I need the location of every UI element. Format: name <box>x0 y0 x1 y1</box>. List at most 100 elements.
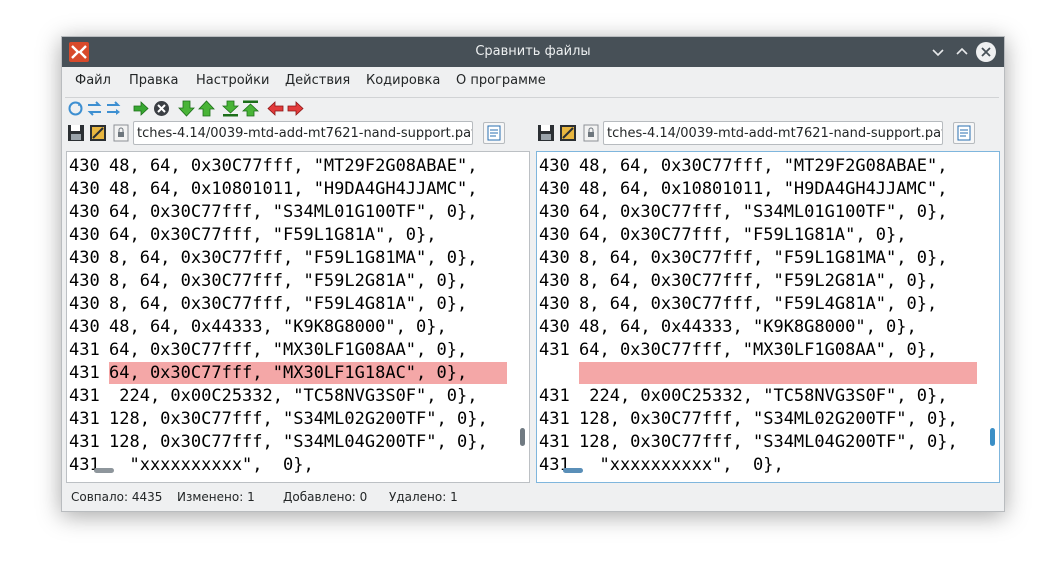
save-icon[interactable] <box>537 124 555 142</box>
line-text: 48, 64, 0x10801011, "H9DA4GH4JJAMC", <box>579 179 948 199</box>
line-text: 48, 64, 0x30C77fff, "MT29F2G08ABAE", <box>579 156 948 176</box>
right-vertical-scroll-thumb[interactable] <box>990 428 995 446</box>
left-code-line[interactable]: 430 48, 64, 0x44333, "K9K8G8000", 0}, <box>67 316 527 339</box>
save-as-icon[interactable] <box>559 124 577 142</box>
status-changed: Изменено: 1 <box>177 485 255 509</box>
left-file-path-input[interactable]: tches-4.14/0039-mtd-add-mt7621-nand-supp… <box>133 121 473 145</box>
left-code-line[interactable]: 430 8, 64, 0x30C77fff, "F59L4G81A", 0}, <box>67 293 527 316</box>
status-added-value: 0 <box>359 490 368 504</box>
last-diff-icon[interactable] <box>222 100 239 117</box>
maximize-button[interactable] <box>952 42 972 62</box>
line-text: 224, 0x00C25332, "TC58NVG3S0F", 0}, <box>109 386 478 406</box>
first-diff-icon[interactable] <box>242 100 259 117</box>
line-number: 430 <box>69 156 100 176</box>
line-number: 430 <box>539 271 570 291</box>
toolbar <box>65 97 999 120</box>
right-diff-pane[interactable]: 430 48, 64, 0x30C77fff, "MT29F2G08ABAE", 4… <box>536 151 1000 483</box>
line-number: 430 <box>69 225 100 245</box>
line-number: 431 <box>539 386 570 406</box>
left-horizontal-scroll-thumb[interactable] <box>94 468 114 473</box>
line-text: 128, 0x30C77fff, "S34ML02G200TF", 0}, <box>109 409 488 429</box>
left-code-line[interactable]: 431 128, 0x30C77fff, "S34ML04G200TF", 0}, <box>67 431 527 454</box>
left-vertical-scroll-thumb[interactable] <box>520 428 525 446</box>
right-code-line[interactable]: 430 64, 0x30C77fff, "F59L1G81A", 0}, <box>537 224 997 247</box>
line-text: 64, 0x30C77fff, "S34ML01G100TF", 0}, <box>109 202 478 222</box>
left-code-line[interactable]: 431 128, 0x30C77fff, "S34ML02G200TF", 0}, <box>67 408 527 431</box>
left-code-line[interactable]: 431 64, 0x30C77fff, "MX30LF1G18AC", 0}, <box>67 362 527 385</box>
right-code-line[interactable]: 430 8, 64, 0x30C77fff, "F59L2G81A", 0}, <box>537 270 997 293</box>
left-vertical-scrollbar[interactable] <box>515 152 529 462</box>
left-code-line[interactable]: 431 224, 0x00C25332, "TC58NVG3S0F", 0}, <box>67 385 527 408</box>
right-code-line[interactable] <box>537 362 997 385</box>
copy-right-icon[interactable] <box>287 100 304 117</box>
left-code-line[interactable]: 431 64, 0x30C77fff, "MX30LF1G08AA", 0}, <box>67 339 527 362</box>
refresh-icon[interactable] <box>67 100 84 117</box>
left-code-line[interactable]: 430 64, 0x30C77fff, "S34ML01G100TF", 0}, <box>67 201 527 224</box>
line-number: 430 <box>539 317 570 337</box>
right-code-line[interactable]: 431 "xxxxxxxxxx", 0}, <box>537 454 997 477</box>
menu-settings[interactable]: Настройки <box>196 67 269 95</box>
line-text: 48, 64, 0x44333, "K9K8G8000", 0}, <box>109 317 447 337</box>
next-diff-icon[interactable] <box>178 100 195 117</box>
prev-diff-icon[interactable] <box>198 100 215 117</box>
close-button[interactable] <box>976 42 996 62</box>
reload-icon[interactable] <box>105 100 122 117</box>
right-code-line[interactable]: 431 128, 0x30C77fff, "S34ML04G200TF", 0}, <box>537 431 997 454</box>
line-text: "xxxxxxxxxx", 0}, <box>109 455 314 475</box>
next-arrow-icon[interactable] <box>132 100 149 117</box>
left-code-line[interactable]: 430 8, 64, 0x30C77fff, "F59L1G81MA", 0}, <box>67 247 527 270</box>
left-path-bar: tches-4.14/0039-mtd-add-mt7621-nand-supp… <box>65 121 531 147</box>
right-code-line[interactable]: 431 64, 0x30C77fff, "MX30LF1G08AA", 0}, <box>537 339 997 362</box>
left-code-line[interactable]: 431 "xxxxxxxxxx", 0}, <box>67 454 527 477</box>
right-code-line[interactable]: 430 48, 64, 0x44333, "K9K8G8000", 0}, <box>537 316 997 339</box>
line-text: 48, 64, 0x10801011, "H9DA4GH4JJAMC", <box>109 179 478 199</box>
line-text: 128, 0x30C77fff, "S34ML02G200TF", 0}, <box>579 409 958 429</box>
right-code-line[interactable]: 430 8, 64, 0x30C77fff, "F59L1G81MA", 0}, <box>537 247 997 270</box>
menu-actions[interactable]: Действия <box>285 67 350 95</box>
right-code-line[interactable]: 430 64, 0x30C77fff, "S34ML01G100TF", 0}, <box>537 201 997 224</box>
menu-about[interactable]: О программе <box>456 67 546 95</box>
right-open-file-button[interactable] <box>953 122 975 144</box>
left-gutter <box>104 152 108 462</box>
right-horizontal-scroll-thumb[interactable] <box>563 468 583 473</box>
right-code-line[interactable]: 431 128, 0x30C77fff, "S34ML02G200TF", 0}, <box>537 408 997 431</box>
right-file-path-input[interactable]: tches-4.14/0039-mtd-add-mt7621-nand-supp… <box>603 121 943 145</box>
recompare-icon[interactable] <box>86 100 103 117</box>
left-code-line[interactable]: 430 64, 0x30C77fff, "F59L1G81A", 0}, <box>67 224 527 247</box>
minimize-button[interactable] <box>928 42 948 62</box>
right-diff-highlight <box>579 362 977 384</box>
save-as-icon[interactable] <box>89 124 107 142</box>
left-code-line[interactable]: 430 8, 64, 0x30C77fff, "F59L2G81A", 0}, <box>67 270 527 293</box>
left-diff-pane[interactable]: 430 48, 64, 0x30C77fff, "MT29F2G08ABAE", 4… <box>66 151 530 483</box>
line-number: 431 <box>69 432 100 452</box>
left-code-line[interactable]: 430 48, 64, 0x10801011, "H9DA4GH4JJAMC", <box>67 178 527 201</box>
right-code-line[interactable]: 430 48, 64, 0x30C77fff, "MT29F2G08ABAE", <box>537 155 997 178</box>
menu-encoding[interactable]: Кодировка <box>366 67 440 95</box>
save-icon[interactable] <box>67 124 85 142</box>
menu-edit[interactable]: Правка <box>129 67 178 95</box>
right-code-line[interactable]: 431 224, 0x00C25332, "TC58NVG3S0F", 0}, <box>537 385 997 408</box>
line-text: 48, 64, 0x30C77fff, "MT29F2G08ABAE", <box>109 156 478 176</box>
right-vertical-scrollbar[interactable] <box>985 152 999 462</box>
title-bar[interactable]: Сравнить файлы <box>62 37 1004 67</box>
copy-left-icon[interactable] <box>267 100 284 117</box>
line-text: 64, 0x30C77fff, "MX30LF1G08AA", 0}, <box>109 340 468 360</box>
right-code-line[interactable]: 430 48, 64, 0x10801011, "H9DA4GH4JJAMC", <box>537 178 997 201</box>
menu-file[interactable]: Файл <box>75 67 111 95</box>
chevron-up-icon <box>956 47 968 55</box>
line-text: 8, 64, 0x30C77fff, "F59L2G81A", 0}, <box>579 271 938 291</box>
right-code-line[interactable]: 430 8, 64, 0x30C77fff, "F59L4G81A", 0}, <box>537 293 997 316</box>
left-code-line[interactable]: 430 48, 64, 0x30C77fff, "MT29F2G08ABAE", <box>67 155 527 178</box>
right-gutter <box>574 152 578 462</box>
left-open-file-button[interactable] <box>483 122 505 144</box>
lock-icon[interactable] <box>583 124 599 142</box>
status-deleted: Удалено: 1 <box>389 485 458 509</box>
line-text: 64, 0x30C77fff, "MX30LF1G08AA", 0}, <box>579 340 938 360</box>
stop-icon[interactable] <box>153 100 170 117</box>
line-text: 8, 64, 0x30C77fff, "F59L4G81A", 0}, <box>109 294 468 314</box>
lock-icon[interactable] <box>113 124 129 142</box>
status-deleted-label: Удалено: <box>389 490 447 504</box>
line-number: 430 <box>69 317 100 337</box>
line-text: 128, 0x30C77fff, "S34ML04G200TF", 0}, <box>109 432 488 452</box>
status-same-value: 4435 <box>131 490 163 504</box>
